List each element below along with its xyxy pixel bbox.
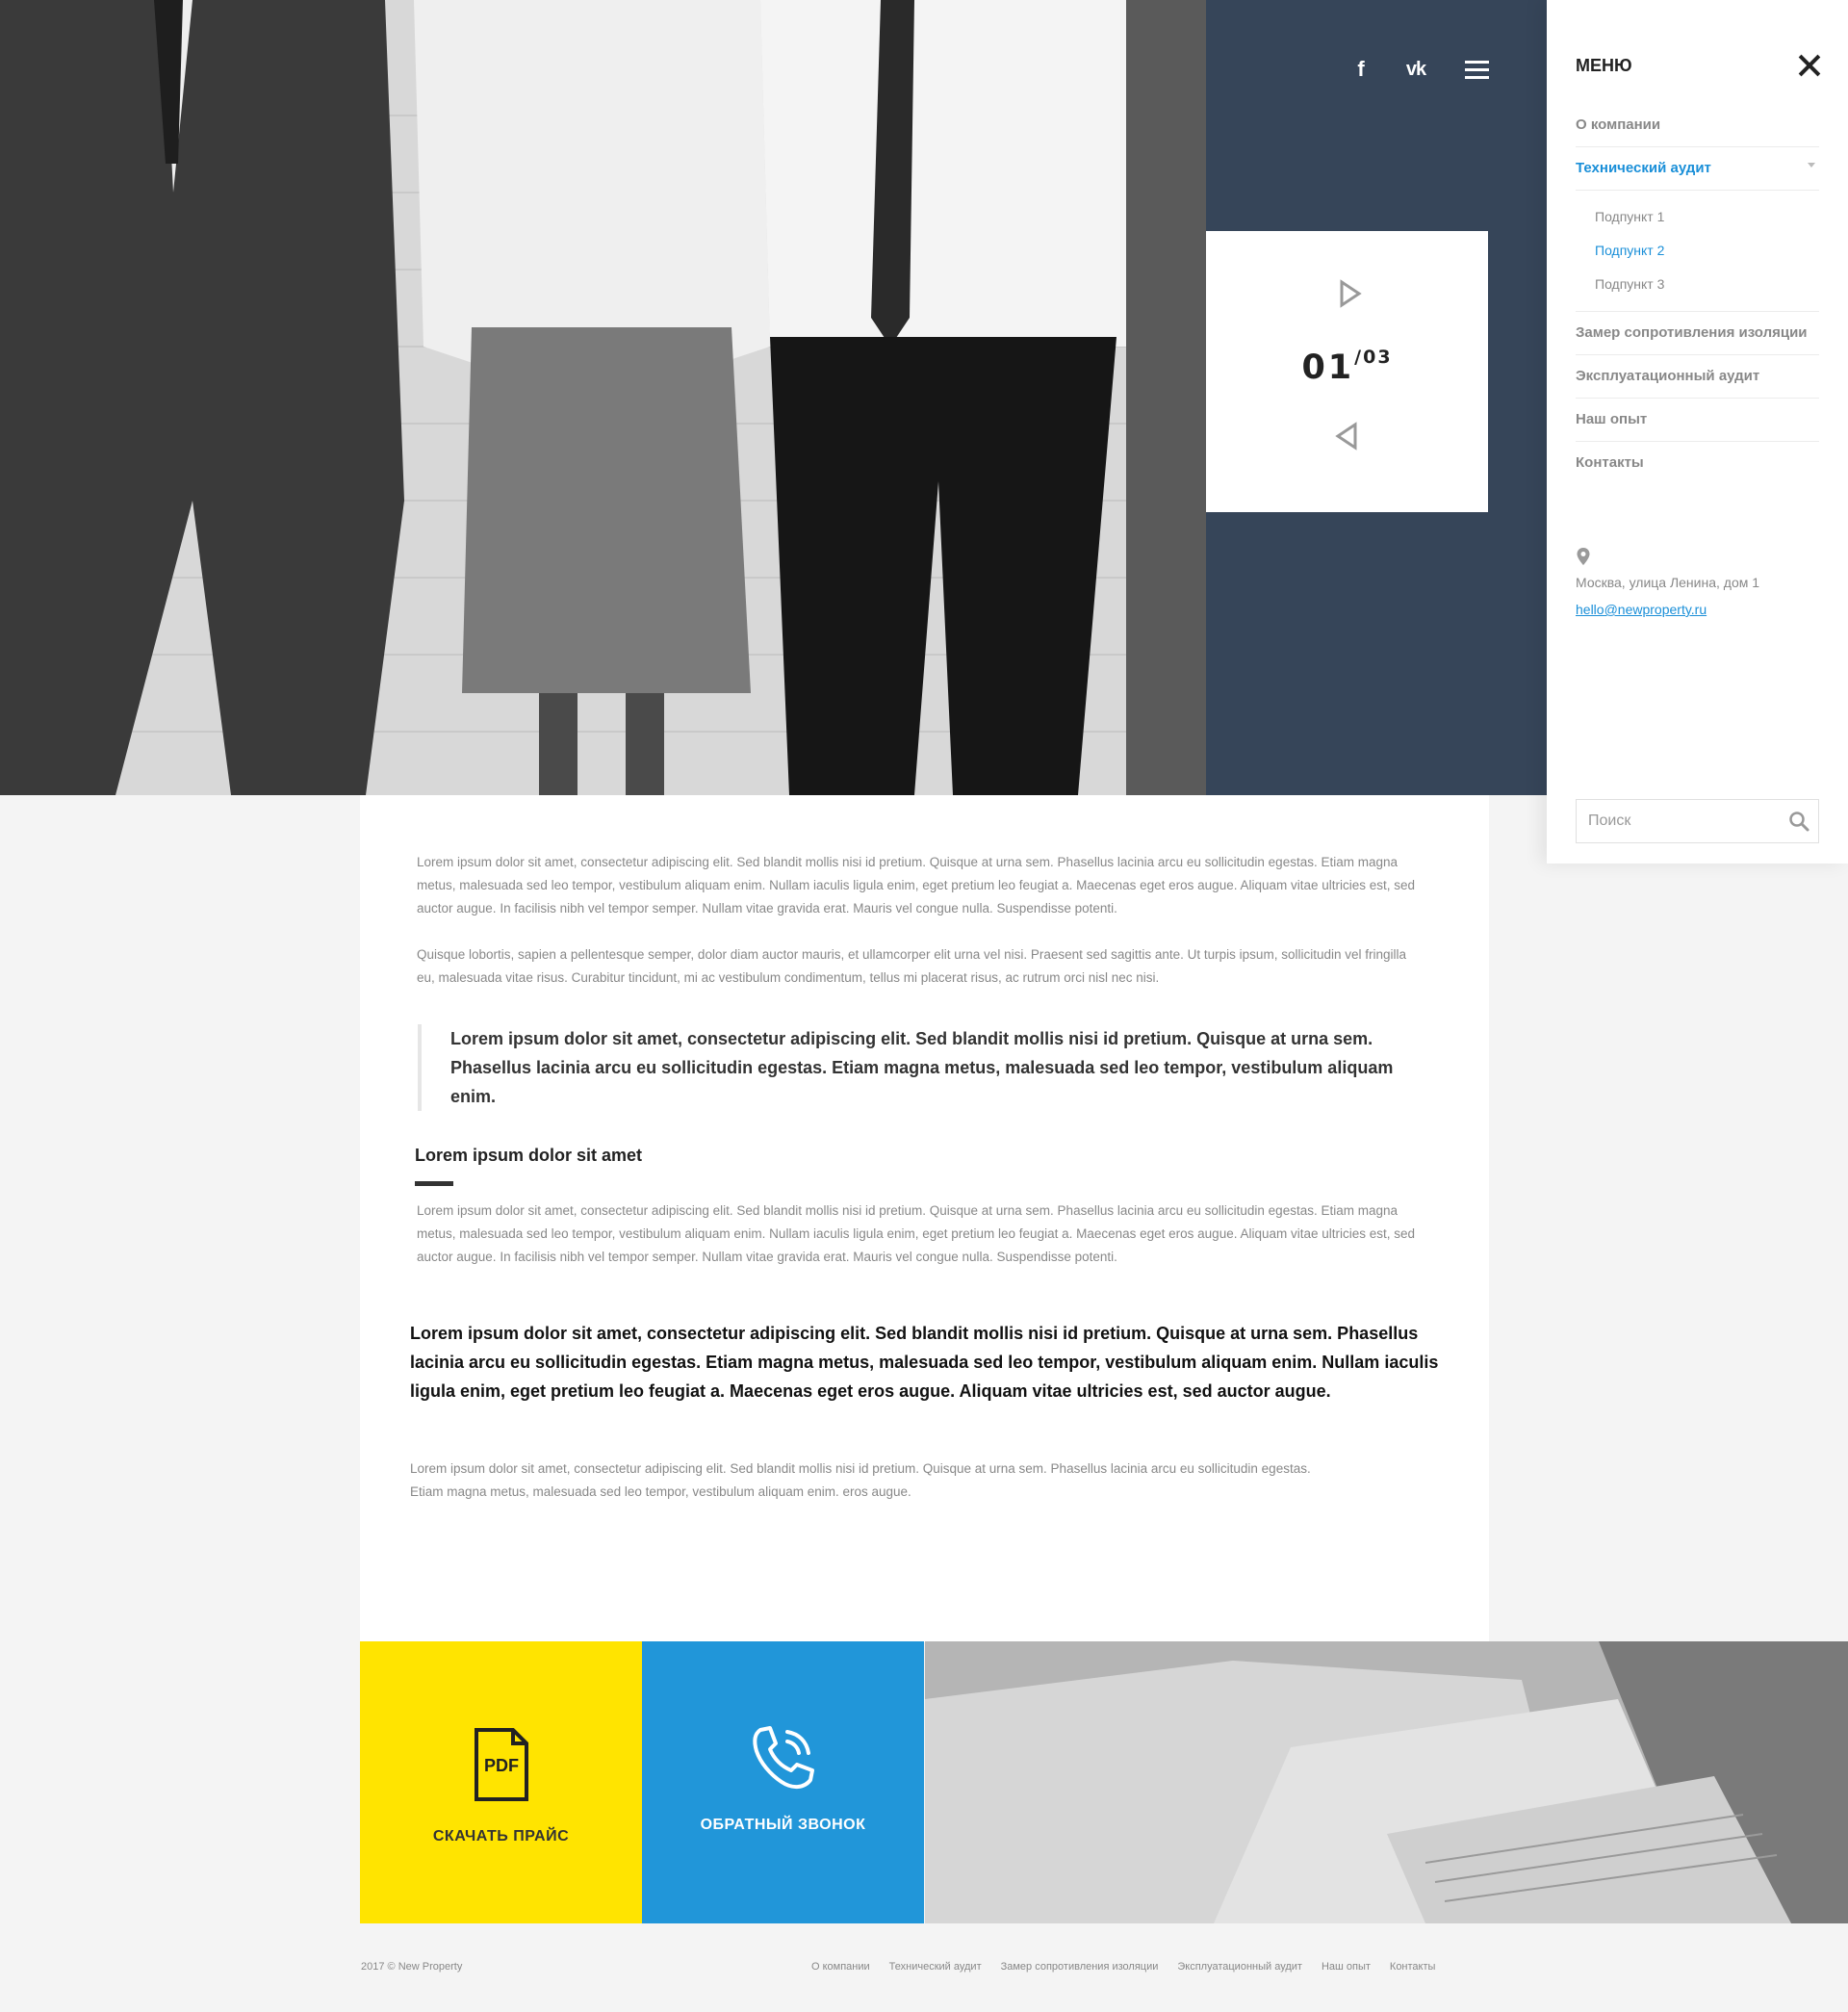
hero-image xyxy=(0,0,1206,795)
phone-call-icon xyxy=(752,1726,814,1789)
footer-link-contacts[interactable]: Контакты xyxy=(1390,1961,1436,1973)
menu-item-label: Технический аудит xyxy=(1576,160,1711,176)
menu-item-experience[interactable]: Наш опыт xyxy=(1576,399,1819,442)
submenu-item-1[interactable]: Подпункт 1 xyxy=(1595,200,1819,234)
article-paragraph: Lorem ipsum dolor sit amet, consectetur … xyxy=(417,1203,1416,1264)
address: Москва, улица Ленина, дом 1 xyxy=(1576,575,1760,590)
callback-label: ОБРАТНЫЙ ЗВОНОК xyxy=(700,1817,866,1833)
article-paragraph: Quisque lobortis, sapien a pellentesque … xyxy=(417,947,1406,985)
menu-item-about[interactable]: О компании xyxy=(1576,104,1819,147)
menu-item-contacts[interactable]: Контакты xyxy=(1576,442,1819,484)
location-pin-icon xyxy=(1577,548,1590,565)
vk-icon[interactable]: vk xyxy=(1400,56,1431,83)
footer-link-operational-audit[interactable]: Эксплуатационный аудит xyxy=(1177,1961,1302,1973)
chevron-down-icon xyxy=(1808,163,1815,168)
slider-control: 01/03 xyxy=(1206,231,1488,512)
menu-list: О компании Технический аудит Подпункт 1 … xyxy=(1576,104,1819,484)
pdf-icon-text: PDF xyxy=(484,1756,519,1775)
subheading-underline xyxy=(415,1181,453,1186)
article-lead: Lorem ipsum dolor sit amet, consectetur … xyxy=(410,1324,1439,1401)
footer-link-about[interactable]: О компании xyxy=(811,1961,870,1973)
prev-slide-icon[interactable] xyxy=(1334,422,1363,451)
side-menu: МЕНЮ О компании Технический аудит Подпун… xyxy=(1547,0,1848,864)
hamburger-menu-icon[interactable] xyxy=(1463,56,1490,83)
copyright: 2017 © New Property xyxy=(361,1961,463,1973)
slide-current: 01 xyxy=(1301,348,1355,387)
next-slide-icon[interactable] xyxy=(1334,279,1363,308)
article-subheading: Lorem ipsum dolor sit amet xyxy=(415,1146,643,1165)
search-box xyxy=(1576,799,1819,843)
submenu-item-3[interactable]: Подпункт 3 xyxy=(1595,268,1819,301)
laptop-typing-image xyxy=(925,1641,1848,1923)
footer-link-insulation[interactable]: Замер сопротивления изоляции xyxy=(1001,1961,1159,1973)
article-paragraph: Lorem ipsum dolor sit amet, consectetur … xyxy=(410,1461,1311,1499)
close-icon[interactable] xyxy=(1795,52,1824,81)
article-paragraph: Lorem ipsum dolor sit amet, consectetur … xyxy=(417,855,1416,916)
search-icon[interactable] xyxy=(1787,810,1810,833)
facebook-icon[interactable]: f xyxy=(1348,56,1374,83)
footer-link-experience[interactable]: Наш опыт xyxy=(1322,1961,1371,1973)
download-price-label: СКАЧАТЬ ПРАЙС xyxy=(432,1828,570,1844)
slide-counter: 01/03 xyxy=(1206,347,1488,387)
email-link[interactable]: hello@newproperty.ru xyxy=(1576,602,1707,617)
submenu: Подпункт 1 Подпункт 2 Подпункт 3 xyxy=(1576,191,1819,312)
menu-title: МЕНЮ xyxy=(1576,56,1632,75)
menu-item-tech-audit[interactable]: Технический аудит xyxy=(1576,147,1819,191)
slide-total: /03 xyxy=(1354,347,1393,368)
pdf-file-icon: PDF xyxy=(474,1728,528,1801)
footer-link-tech-audit[interactable]: Технический аудит xyxy=(889,1961,982,1973)
search-input[interactable] xyxy=(1577,800,1769,842)
menu-item-operational-audit[interactable]: Эксплуатационный аудит xyxy=(1576,355,1819,399)
menu-item-insulation[interactable]: Замер сопротивления изоляции xyxy=(1576,312,1819,355)
callback-button[interactable]: ОБРАТНЫЙ ЗВОНОК xyxy=(642,1641,924,1923)
article-quote: Lorem ipsum dolor sit amet, consectetur … xyxy=(418,1024,1419,1111)
article: Lorem ipsum dolor sit amet, consectetur … xyxy=(360,795,1489,1642)
download-price-button[interactable]: PDF СКАЧАТЬ ПРАЙС xyxy=(360,1641,642,1923)
submenu-item-2[interactable]: Подпункт 2 xyxy=(1595,234,1819,268)
footer-nav: О компании Технический аудит Замер сопро… xyxy=(811,1961,1435,1973)
